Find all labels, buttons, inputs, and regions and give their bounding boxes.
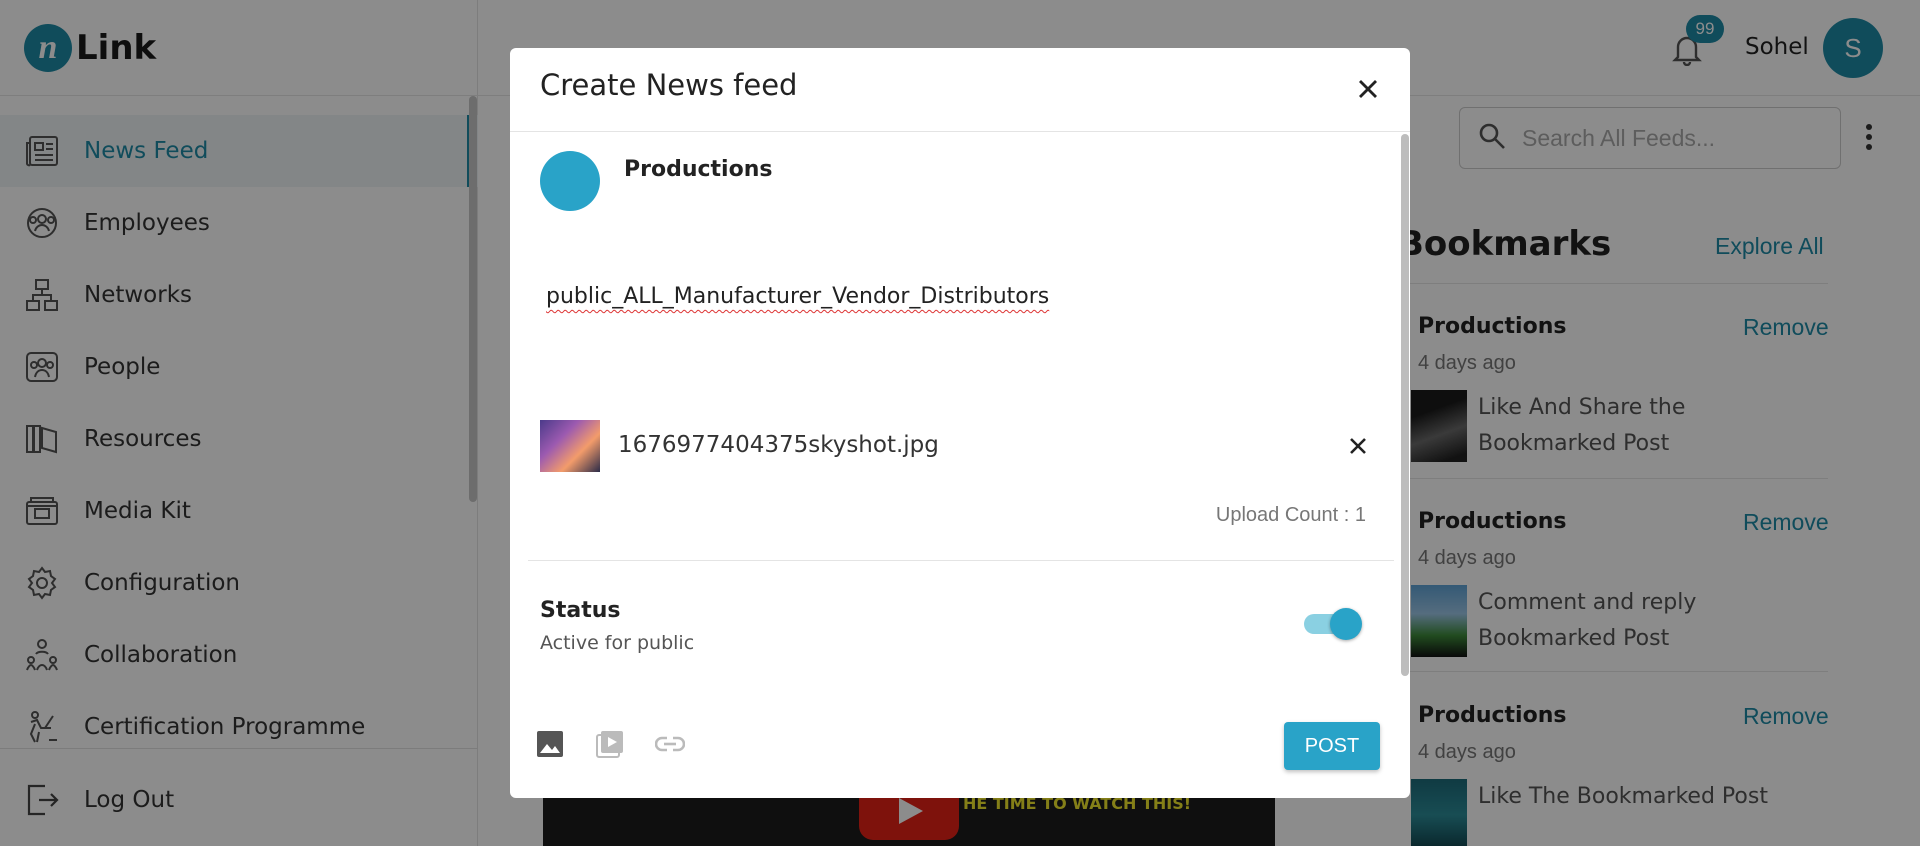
author-avatar: [540, 151, 600, 211]
status-toggle[interactable]: [1302, 608, 1362, 640]
status-label: Status: [540, 598, 621, 623]
author-name: Productions: [624, 157, 773, 182]
video-icon[interactable]: [594, 728, 626, 760]
upload-count: Upload Count : 1: [1215, 504, 1366, 526]
dialog-divider: [528, 560, 1394, 561]
dialog-scrollbar[interactable]: [1401, 134, 1409, 676]
toggle-knob: [1330, 608, 1362, 640]
status-description: Active for public: [540, 632, 695, 654]
create-news-feed-dialog: Create News feed Productions public_ALL_…: [510, 48, 1410, 798]
link-icon[interactable]: [654, 728, 686, 760]
dialog-title: Create News feed: [540, 68, 798, 102]
post-button[interactable]: POST: [1284, 722, 1380, 770]
post-text-input[interactable]: public_ALL_Manufacturer_Vendor_Distribut…: [546, 284, 1049, 309]
image-icon[interactable]: [534, 728, 566, 760]
attachment-file-name: 1676977404375skyshot.jpg: [618, 432, 939, 458]
close-icon[interactable]: [1350, 71, 1386, 107]
dialog-divider: [510, 131, 1410, 132]
remove-attachment-icon[interactable]: [1340, 428, 1376, 464]
attachment-thumbnail: [540, 420, 600, 472]
